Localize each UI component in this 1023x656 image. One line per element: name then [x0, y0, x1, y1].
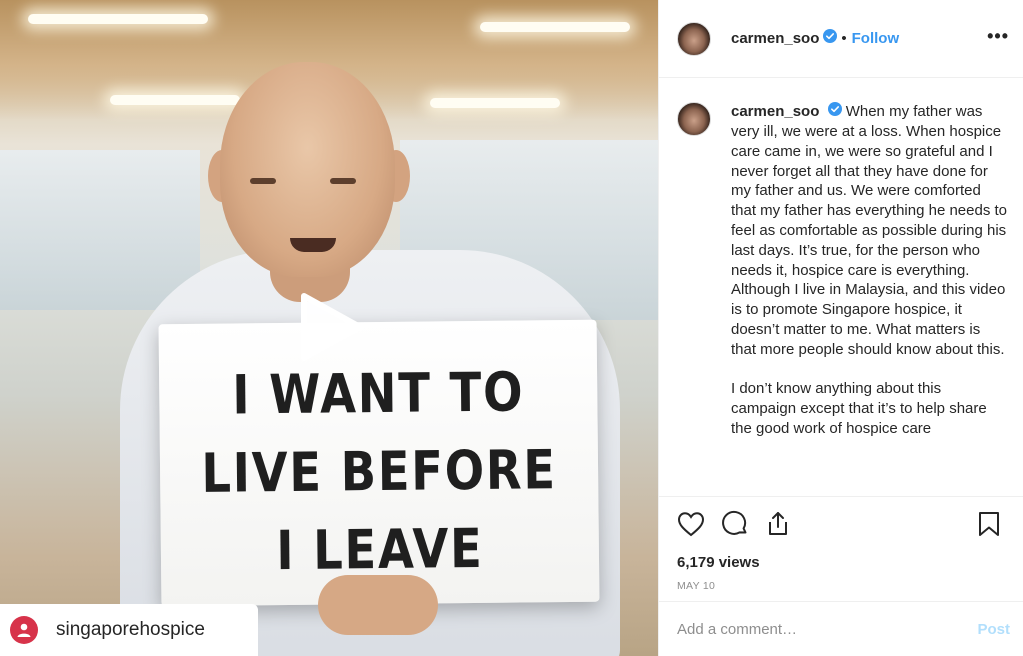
caption-text-block: carmen_soo When my father was very ill, … [731, 102, 1009, 439]
tagged-account-chip[interactable]: singaporehospice [0, 604, 258, 656]
user-icon [10, 616, 38, 644]
play-button[interactable] [296, 292, 366, 362]
background-window [0, 150, 200, 310]
author-username[interactable]: carmen_soo [731, 30, 819, 47]
bookmark-icon[interactable] [978, 511, 1000, 537]
caption-comment: carmen_soo When my father was very ill, … [677, 102, 1009, 439]
add-comment-bar: Post [659, 601, 1023, 656]
sign-line-2: LIVE BEFORE [201, 438, 558, 505]
person-hand [318, 575, 438, 635]
comment-icon[interactable] [721, 510, 749, 538]
ceiling-light [430, 98, 560, 108]
caption-paragraph-1: When my father was very ill, we were at … [731, 103, 1007, 358]
caption-username[interactable]: carmen_soo [731, 103, 819, 120]
sign-line-3: I LEAVE [275, 516, 484, 583]
person-mouth [290, 238, 336, 252]
ceiling-light [28, 14, 208, 24]
caption-paragraph-2: I don’t know anything about this campaig… [731, 380, 987, 437]
more-options-icon[interactable]: ••• [987, 26, 1009, 47]
play-icon [301, 293, 363, 361]
tagged-account-name: singaporehospice [56, 619, 205, 640]
follow-button[interactable]: Follow [852, 30, 900, 47]
handwritten-sign: I WANT TO LIVE BEFORE I LEAVE [158, 319, 600, 607]
action-icon-row [677, 509, 1006, 539]
person-eye [330, 178, 356, 184]
post-actions: 6,179 views MAY 10 [659, 496, 1023, 601]
person-eye [250, 178, 276, 184]
ceiling-light [480, 22, 630, 32]
ceiling-light [110, 95, 240, 105]
comments-scroll-area[interactable]: carmen_soo When my father was very ill, … [659, 78, 1023, 496]
separator-dot: • [841, 30, 847, 47]
avatar[interactable] [677, 102, 711, 136]
verified-badge-icon [823, 29, 838, 48]
view-count[interactable]: 6,179 views [677, 554, 1006, 571]
post-header: carmen_soo • Follow ••• [659, 0, 1023, 78]
post-date[interactable]: MAY 10 [677, 580, 1006, 592]
share-icon[interactable] [765, 510, 791, 538]
post-comment-button[interactable]: Post [977, 621, 1010, 638]
comment-input[interactable] [677, 620, 978, 638]
avatar[interactable] [677, 21, 711, 56]
post-media[interactable]: I WANT TO LIVE BEFORE I LEAVE singaporeh… [0, 0, 658, 656]
sign-line-1: I WANT TO [232, 360, 525, 427]
post-side-panel: carmen_soo • Follow ••• carmen_soo When … [658, 0, 1023, 656]
heart-icon[interactable] [677, 511, 705, 537]
verified-badge-icon [827, 102, 842, 122]
